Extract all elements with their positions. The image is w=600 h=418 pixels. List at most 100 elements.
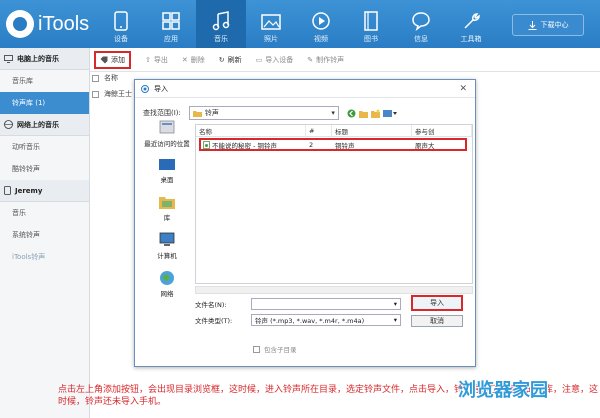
place-desktop[interactable]: 桌面 <box>141 158 193 184</box>
sidebar-group-label: Jeremy <box>15 186 43 195</box>
message-icon <box>412 12 430 31</box>
export-icon: ⇧ <box>145 55 151 64</box>
nav-messages[interactable]: 信息 <box>396 0 446 48</box>
filetype-label: 文件类型(T): <box>195 317 233 325</box>
place-recent[interactable]: 最近访问的位置 <box>141 120 193 148</box>
row-name: 海鲸王士 <box>104 90 132 98</box>
view-menu-icon[interactable] <box>382 109 397 118</box>
monitor-icon <box>4 54 13 63</box>
nav-label: 视频 <box>314 35 328 43</box>
filetype-row: 文件类型(T): 铃声 (*.mp3, *.wav, *.m4r, *.m4a)… <box>195 314 401 326</box>
row-checkbox[interactable] <box>92 90 99 98</box>
places-bar: 最近访问的位置 桌面 库 计算机 网络 <box>141 120 193 300</box>
close-icon[interactable]: ✕ <box>459 84 467 94</box>
toolbox-icon <box>464 13 480 29</box>
video-icon <box>312 12 330 30</box>
column-track-number[interactable]: # <box>306 125 332 136</box>
nav-label: 应用 <box>164 35 178 43</box>
import-device-button[interactable]: ▭ 导入设备 <box>256 55 294 65</box>
horizontal-scrollbar[interactable] <box>195 286 473 294</box>
place-network[interactable]: 网络 <box>141 270 193 298</box>
look-in-value: 铃声 <box>204 109 219 117</box>
network-globe-icon <box>160 271 174 285</box>
filename-label: 文件名(N): <box>195 301 227 309</box>
phone-small-icon <box>4 186 11 195</box>
chevron-down-icon: ▾ <box>393 316 397 324</box>
place-label: 库 <box>163 214 171 222</box>
include-subfolders[interactable]: 包含子目录 <box>253 344 297 354</box>
nav-device[interactable]: 设备 <box>96 0 146 48</box>
download-center-label: 下载中心 <box>540 21 569 29</box>
include-subfolders-checkbox[interactable] <box>253 345 260 353</box>
sidebar-item-ringtone-library[interactable]: 铃声库 (1) <box>0 92 89 114</box>
sidebar-item-dongting[interactable]: 动听音乐 <box>0 136 89 158</box>
delete-button[interactable]: ✕ 删除 <box>182 55 205 65</box>
download-center-button[interactable]: 下载中心 <box>512 14 584 36</box>
refresh-icon: ↻ <box>218 55 225 64</box>
main-nav: 设备 应用 音乐 照片 视频 图书 信息 工具箱 <box>96 0 496 48</box>
nav-label: 照片 <box>264 35 278 43</box>
dialog-title-bar: 导入 <box>135 80 475 98</box>
place-library[interactable]: 库 <box>141 194 193 222</box>
apps-icon <box>162 12 180 30</box>
chevron-down-icon: ▾ <box>393 300 397 308</box>
music-icon <box>212 11 230 31</box>
column-title[interactable]: 标题 <box>332 125 412 136</box>
look-in-label: 查找范围(I): <box>143 109 181 117</box>
up-folder-icon[interactable] <box>358 109 368 118</box>
sidebar-group-label: 电脑上的音乐 <box>17 54 59 63</box>
folder-icon <box>192 110 202 117</box>
file-artist: 原声大 <box>415 141 435 150</box>
import-device-icon: ▭ <box>255 55 263 64</box>
export-label: 导出 <box>153 55 168 64</box>
sidebar-group-pc-music[interactable]: 电脑上的音乐 <box>0 48 89 70</box>
select-all-checkbox[interactable] <box>92 74 99 82</box>
dialog-app-icon <box>141 84 149 93</box>
list-item[interactable]: 海鲸王士 <box>92 89 132 99</box>
nav-music[interactable]: 音乐 <box>196 0 246 48</box>
place-computer[interactable]: 计算机 <box>141 232 193 260</box>
nav-label: 工具箱 <box>460 35 482 43</box>
make-ringtone-button[interactable]: ✎ 制作铃声 <box>307 55 344 65</box>
look-in-row: 查找范围(I): 铃声 ▾ <box>143 106 397 120</box>
nav-books[interactable]: 图书 <box>346 0 396 48</box>
sidebar-item-device-music[interactable]: 音乐 <box>0 202 89 224</box>
refresh-button[interactable]: ↻ 刷新 <box>219 55 242 65</box>
file-list: 名称 # 标题 参与创 不能说的秘密 - 铜铃声 2 铜铃声 原声大 <box>195 124 473 284</box>
cancel-button[interactable]: 取消 <box>411 315 463 327</box>
new-folder-icon[interactable] <box>370 109 380 118</box>
back-icon[interactable] <box>347 109 356 118</box>
tag-icon <box>100 56 108 63</box>
filename-input[interactable]: ▾ <box>251 298 401 310</box>
column-artist[interactable]: 参与创 <box>412 125 472 136</box>
sidebar: 电脑上的音乐 音乐库 铃声库 (1) 网络上的音乐 动听音乐 酷铃铃声 Jere… <box>0 48 90 418</box>
include-subfolders-label: 包含子目录 <box>264 346 297 354</box>
add-button[interactable]: 添加 <box>94 50 131 69</box>
place-label: 最近访问的位置 <box>144 140 190 148</box>
place-label: 计算机 <box>157 252 177 260</box>
sidebar-item-music-library[interactable]: 音乐库 <box>0 70 89 92</box>
column-filename[interactable]: 名称 <box>196 125 306 136</box>
download-icon <box>528 20 536 30</box>
file-row-selected[interactable]: 不能说的秘密 - 铜铃声 2 铜铃声 原声大 <box>199 138 467 151</box>
file-list-header: 名称 # 标题 参与创 <box>196 125 472 137</box>
filename-row: 文件名(N): ▾ <box>195 298 401 310</box>
make-ringtone-icon: ✎ <box>307 55 314 64</box>
nav-label: 设备 <box>114 35 128 43</box>
export-button[interactable]: ⇧ 导出 <box>145 55 168 65</box>
sidebar-item-system-ringtones[interactable]: 系统铃声 <box>0 224 89 246</box>
look-in-select[interactable]: 铃声 ▾ <box>188 106 339 120</box>
nav-video[interactable]: 视频 <box>296 0 346 48</box>
top-bar: iTools 设备 应用 音乐 照片 视频 图书 信息 工具箱 下载中心 <box>0 0 600 48</box>
sidebar-item-itools-ringtones[interactable]: iTools铃声 <box>0 246 89 268</box>
sidebar-item-kuling[interactable]: 酷铃铃声 <box>0 158 89 180</box>
computer-icon <box>159 232 175 246</box>
nav-apps[interactable]: 应用 <box>146 0 196 48</box>
column-name: 名称 <box>104 74 118 82</box>
sidebar-group-online-music[interactable]: 网络上的音乐 <box>0 114 89 136</box>
filetype-select[interactable]: 铃声 (*.mp3, *.wav, *.m4r, *.m4a) ▾ <box>251 314 401 326</box>
import-button[interactable]: 导入 <box>411 295 463 311</box>
nav-photos[interactable]: 照片 <box>246 0 296 48</box>
nav-toolbox[interactable]: 工具箱 <box>446 0 496 48</box>
sidebar-group-device[interactable]: Jeremy <box>0 180 89 202</box>
